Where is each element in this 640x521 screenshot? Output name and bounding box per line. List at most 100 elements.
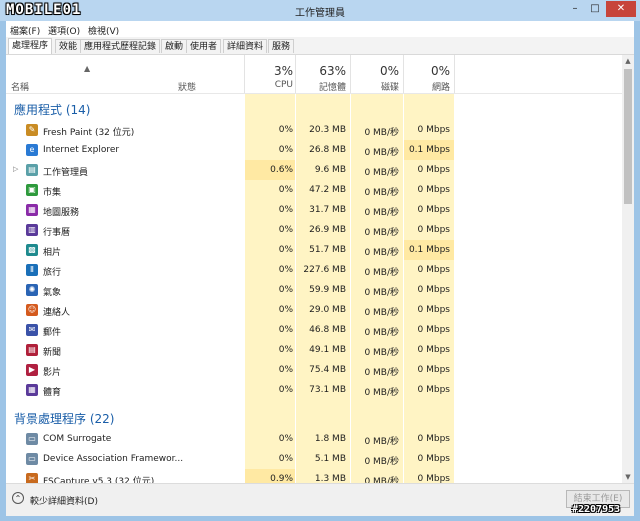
network-value: 0 Mbps [417,205,450,215]
header-memory-pct[interactable]: 63% [296,64,346,78]
news-icon: ▤ [26,344,38,356]
memory-value: 227.6 MB [303,265,346,275]
cpu-value: 0% [278,245,293,255]
memory-value: 26.8 MB [309,145,346,155]
process-name: 旅行 [43,268,62,278]
header-network-pct[interactable]: 0% [404,64,450,78]
process-row[interactable]: e Internet Explorer 0% 26.8 MB 0 MB/秒 0.1 Mbp… [6,140,622,160]
disk-value: 0 MB/秒 [364,308,399,318]
group-header[interactable]: 背景處理程序 (22) [14,410,114,427]
chevron-up-icon[interactable]: ⌃ [12,492,24,504]
disk-value: 0 MB/秒 [364,328,399,338]
menu-view[interactable]: 檢視(V) [88,24,119,37]
tab-5[interactable]: 詳細資料 [223,39,268,53]
network-value: 0 Mbps [417,365,450,375]
scroll-up-icon[interactable]: ▲ [622,55,634,67]
tab-2[interactable]: 應用程式歷程記錄 [80,39,161,53]
process-row[interactable]: ▩ 相片 0% 51.7 MB 0 MB/秒 0.1 Mbps [6,240,622,260]
process-name: Fresh Paint (32 位元) [43,128,135,138]
memory-value: 51.7 MB [309,245,346,255]
process-row[interactable]: ☺ 連絡人 0% 29.0 MB 0 MB/秒 0 Mbps [6,300,622,320]
maximize-button[interactable]: □ [586,1,604,17]
network-value: 0 Mbps [417,305,450,315]
header-disk-pct[interactable]: 0% [351,64,399,78]
tab-3[interactable]: 啟動 [161,39,188,53]
process-row[interactable]: Ⅱ 旅行 0% 227.6 MB 0 MB/秒 0 Mbps [6,260,622,280]
process-row[interactable]: ✺ 氣象 0% 59.9 MB 0 MB/秒 0 Mbps [6,280,622,300]
process-name: Device Association Framewor... [43,454,184,464]
header-status[interactable]: 狀態 [178,80,196,93]
memory-value: 9.6 MB [314,165,346,175]
expand-arrow-icon[interactable]: ▷ [13,165,18,173]
disk-value: 0 MB/秒 [364,248,399,258]
process-name: 相片 [43,248,62,258]
scroll-thumb[interactable] [624,69,632,204]
process-row[interactable]: ▷ ▤ 工作管理員 0.6% 9.6 MB 0 MB/秒 0 Mbps [6,160,622,180]
cpu-value: 0% [278,125,293,135]
memory-value: 47.2 MB [309,185,346,195]
process-row[interactable]: ✉ 郵件 0% 46.8 MB 0 MB/秒 0 Mbps [6,320,622,340]
minimize-button[interactable]: – [566,1,584,17]
network-value: 0 Mbps [417,325,450,335]
cpu-value: 0% [278,285,293,295]
close-button[interactable]: ✕ [606,1,636,17]
scroll-down-icon[interactable]: ▼ [622,471,634,483]
disk-value: 0 MB/秒 [364,288,399,298]
disk-value: 0 MB/秒 [364,268,399,278]
memory-value: 5.1 MB [314,454,346,464]
cpu-value: 0% [278,434,293,444]
task-manager-window: MOBILE01 工作管理員 – □ ✕ 檔案(F) 選項(O) 檢視(V) 處… [0,0,640,521]
maps-icon: ▦ [26,204,38,216]
menu-options[interactable]: 選項(O) [48,24,80,37]
memory-value: 49.1 MB [309,345,346,355]
column-header: ▲ 名稱 狀態 3% CPU 63% 記憶體 0% 磁碟 0% 網路 [6,55,622,94]
footer-bar: ⌃ 較少詳細資料(D) 結束工作(E) [6,483,634,516]
weather-icon: ✺ [26,284,38,296]
process-row[interactable]: ▭ Device Association Framewor... 0% 5.1 MB 0… [6,449,622,469]
process-row[interactable]: ✂ FSCapture v5.3 (32 位元) 0.9% 1.3 MB 0 MB/秒 0… [6,469,622,483]
vertical-scrollbar[interactable]: ▲ ▼ [622,55,634,483]
disk-value: 0 MB/秒 [364,208,399,218]
process-name: 影片 [43,368,62,378]
memory-value: 1.8 MB [314,434,346,444]
network-value: 0.1 Mbps [408,245,450,255]
fewer-details-link[interactable]: 較少詳細資料(D) [30,494,98,507]
memory-value: 20.3 MB [309,125,346,135]
process-row[interactable]: ▥ 行事曆 0% 26.9 MB 0 MB/秒 0 Mbps [6,220,622,240]
process-row[interactable]: ▦ 體育 0% 73.1 MB 0 MB/秒 0 Mbps [6,380,622,400]
network-value: 0 Mbps [417,474,450,483]
header-name[interactable]: 名稱 [11,80,29,93]
process-name: 氣象 [43,288,62,298]
memory-value: 75.4 MB [309,365,346,375]
memory-value: 59.9 MB [309,285,346,295]
disk-value: 0 MB/秒 [364,348,399,358]
tab-4[interactable]: 使用者 [186,39,222,53]
group-header[interactable]: 應用程式 (14) [14,101,90,118]
header-divider [454,55,455,93]
menu-file[interactable]: 檔案(F) [10,24,40,37]
tab-6[interactable]: 服務 [268,39,295,53]
process-row[interactable]: ✎ Fresh Paint (32 位元) 0% 20.3 MB 0 MB/秒 0 Mbp… [6,120,622,140]
process-row[interactable]: ▣ 市集 0% 47.2 MB 0 MB/秒 0 Mbps [6,180,622,200]
process-name: Internet Explorer [43,145,120,155]
capture-icon: ✂ [26,473,38,483]
network-value: 0 Mbps [417,385,450,395]
process-name: 工作管理員 [43,168,89,178]
tab-1[interactable]: 效能 [55,39,82,53]
header-cpu[interactable]: CPU [245,80,293,90]
process-row[interactable]: ▤ 新聞 0% 49.1 MB 0 MB/秒 0 Mbps [6,340,622,360]
header-cpu-pct[interactable]: 3% [245,64,293,78]
tab-0[interactable]: 處理程序 [8,38,53,54]
header-memory[interactable]: 記憶體 [296,80,346,93]
process-row[interactable]: ▦ 地圖服務 0% 31.7 MB 0 MB/秒 0 Mbps [6,200,622,220]
disk-value: 0 MB/秒 [364,477,399,483]
network-value: 0 Mbps [417,185,450,195]
network-value: 0.1 Mbps [408,145,450,155]
header-disk[interactable]: 磁碟 [351,80,399,93]
cpu-value: 0% [278,145,293,155]
header-network[interactable]: 網路 [404,80,450,93]
process-row[interactable]: ▭ COM Surrogate 0% 1.8 MB 0 MB/秒 0 Mbps [6,429,622,449]
process-row[interactable]: ▶ 影片 0% 75.4 MB 0 MB/秒 0 Mbps [6,360,622,380]
sort-up-icon[interactable]: ▲ [84,64,90,73]
paint-icon: ✎ [26,124,38,136]
